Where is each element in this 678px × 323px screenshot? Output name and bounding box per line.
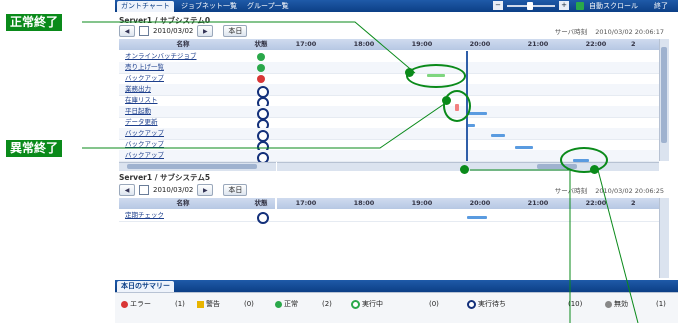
callout-normal-end: 正常終了	[6, 14, 63, 31]
leader-line	[82, 99, 451, 149]
marker-dot	[460, 165, 469, 174]
marker-dot	[442, 96, 451, 105]
callout-abnormal-end: 異常終了	[6, 140, 63, 157]
leader-line	[470, 169, 571, 323]
highlight-ellipse	[406, 64, 466, 88]
leader-line	[597, 169, 639, 323]
marker-dot	[405, 68, 414, 77]
leader-line	[82, 21, 416, 74]
highlight-ellipse	[443, 90, 471, 122]
marker-dot	[590, 165, 599, 174]
highlight-ellipse	[560, 147, 608, 173]
